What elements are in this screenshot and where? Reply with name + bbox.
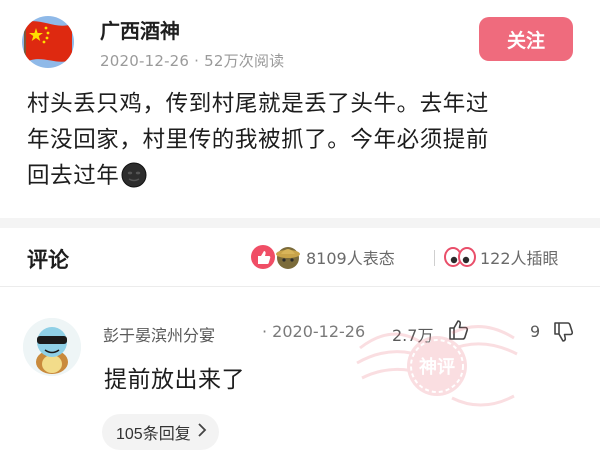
chevron-right-icon [197,422,207,442]
post-body: 村头丢只鸡，传到村尾就是丢了头牛。去年过 年没回家，村里传的我被抓了。今年必须提… [27,86,575,194]
comment-date-row: · 2020-12-26 [262,322,365,341]
post-header: 广西酒神 2020-12-26 · 52万次阅读 关注 [0,0,600,78]
insert-eye-summary[interactable]: 122人插眼 [444,241,559,273]
insert-eye-count: 122人插眼 [480,249,559,268]
reactions-count: 8109人表态 [306,249,395,268]
thumbs-up-reaction-icon [251,245,275,269]
view-replies-button[interactable]: 105条回复 [102,414,219,450]
author-name[interactable]: 广西酒神 [100,15,180,44]
stamp-text: 神评 [419,356,455,378]
post-date: 2020-12-26 [100,52,190,70]
comments-divider [0,286,600,287]
post-body-line-3: 回去过年 [27,158,575,194]
eyes-icon [444,247,476,267]
replies-count: 105条回复 [116,426,191,443]
comment-dislike-count: 9 [530,322,541,341]
thumb-down-icon[interactable] [552,320,576,344]
commenter-avatar[interactable] [23,318,81,376]
section-divider [0,218,600,228]
dark-face-emoji-icon [121,162,147,188]
commenter-name[interactable]: 彭于晏滨州分宴 [103,322,215,346]
comments-title: 评论 [27,248,69,272]
post-meta: 2020-12-26 · 52万次阅读 [100,50,284,71]
squirtle-avatar-image [23,318,81,376]
author-avatar[interactable] [22,16,74,68]
comment-text: 提前放出来了 [104,367,245,393]
straw-hat-reaction-icon [276,247,300,269]
flag-avatar-image [22,16,74,68]
reaction-separator [434,250,435,266]
post-body-line-2: 年没回家，村里传的我被抓了。今年必须提前 [27,127,490,153]
post-body-line-1: 村头丢只鸡，传到村尾就是丢了头牛。去年过 [27,91,490,117]
follow-button[interactable]: 关注 [479,17,573,61]
reactions-summary[interactable]: 8109人表态 [250,241,395,273]
post-body-line-3-text: 回去过年 [27,163,120,189]
hot-comment-stamp-icon: 神评 [356,325,518,407]
post-views: 52万次阅读 [204,52,285,70]
meta-separator: · [189,52,205,70]
comment-date-prefix: · [262,322,273,341]
